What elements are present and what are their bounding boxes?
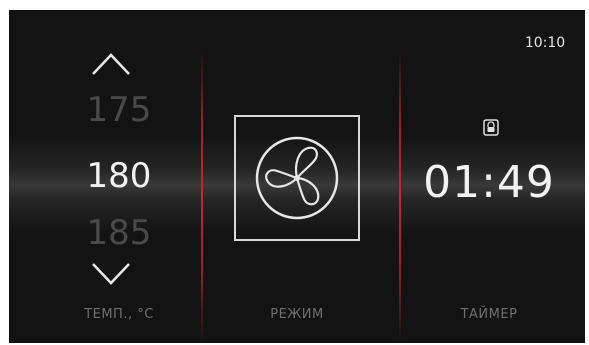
timer-label: ТАЙМЕР — [460, 307, 518, 322]
divider-right — [399, 50, 401, 342]
temperature-next[interactable]: 185 — [69, 215, 169, 251]
chevron-up-icon[interactable] — [91, 52, 131, 76]
temperature-current[interactable]: 180 — [69, 158, 169, 194]
lock-icon[interactable] — [483, 118, 499, 136]
clock: 10:10 — [524, 35, 566, 51]
divider-left — [201, 50, 203, 342]
temperature-label: ТЕМП., °С — [84, 307, 154, 322]
chevron-down-icon[interactable] — [91, 262, 131, 286]
fan-icon — [255, 136, 339, 220]
temperature-prev[interactable]: 175 — [69, 92, 169, 128]
mode-label: РЕЖИМ — [270, 307, 324, 322]
timer-value[interactable]: 01:49 — [414, 158, 564, 208]
oven-display: 10:10 175 180 185 ТЕМП., °С РЕЖИМ 01:49 … — [9, 10, 585, 343]
mode-button[interactable] — [234, 115, 360, 241]
